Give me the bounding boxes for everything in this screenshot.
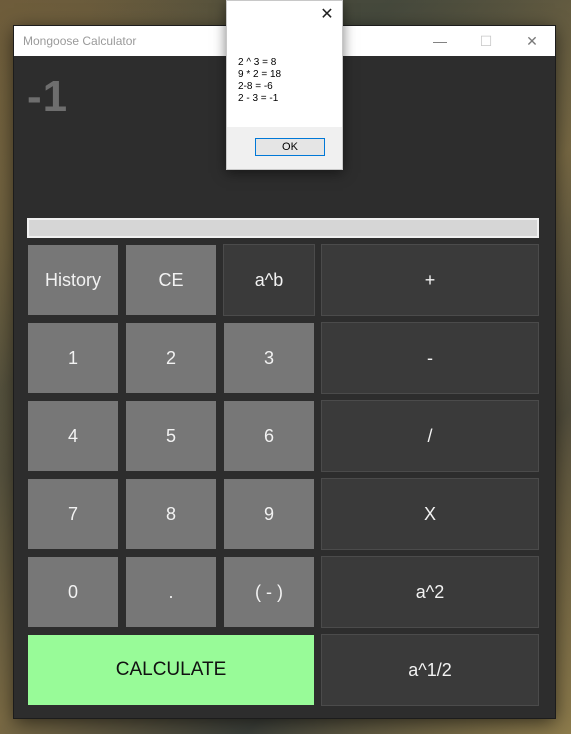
digit-3-button[interactable]: 3 xyxy=(224,323,314,393)
history-line: 2 - 3 = -1 xyxy=(238,93,279,104)
window-title: Mongoose Calculator xyxy=(23,34,137,48)
square-root-button[interactable]: a^1/2 xyxy=(321,634,539,706)
history-button[interactable]: History xyxy=(28,245,118,315)
clear-entry-button[interactable]: CE xyxy=(126,245,216,315)
minus-button[interactable]: - xyxy=(321,322,539,394)
digit-1-button[interactable]: 1 xyxy=(28,323,118,393)
digit-6-button[interactable]: 6 xyxy=(224,401,314,471)
multiply-button[interactable]: X xyxy=(321,478,539,550)
digit-0-button[interactable]: 0 xyxy=(28,557,118,627)
ok-button[interactable]: OK xyxy=(255,138,325,156)
history-message: 2 ^ 3 = 8 9 * 2 = 18 2-8 = -6 2 - 3 = -1 xyxy=(238,57,281,105)
plus-button[interactable]: + xyxy=(321,244,539,316)
maximize-button[interactable]: ☐ xyxy=(463,26,509,56)
divide-button[interactable]: / xyxy=(321,400,539,472)
history-line: 2 ^ 3 = 8 xyxy=(238,57,277,68)
square-button[interactable]: a^2 xyxy=(321,556,539,628)
history-line: 9 * 2 = 18 xyxy=(238,69,282,80)
digit-9-button[interactable]: 9 xyxy=(224,479,314,549)
minimize-button[interactable]: — xyxy=(417,26,463,56)
power-button[interactable]: a^b xyxy=(223,244,315,316)
history-dialog: ✕ 2 ^ 3 = 8 9 * 2 = 18 2-8 = -6 2 - 3 = … xyxy=(226,0,343,170)
negate-button[interactable]: ( - ) xyxy=(224,557,314,627)
digit-8-button[interactable]: 8 xyxy=(126,479,216,549)
digit-7-button[interactable]: 7 xyxy=(28,479,118,549)
result-display: -1 xyxy=(27,72,69,121)
digit-2-button[interactable]: 2 xyxy=(126,323,216,393)
calculate-button[interactable]: CALCULATE xyxy=(28,635,314,705)
progress-bar xyxy=(27,218,539,238)
digit-5-button[interactable]: 5 xyxy=(126,401,216,471)
digit-4-button[interactable]: 4 xyxy=(28,401,118,471)
history-line: 2-8 = -6 xyxy=(238,81,273,92)
close-button[interactable]: ✕ xyxy=(509,26,555,56)
dialog-footer: OK xyxy=(227,127,342,169)
decimal-point-button[interactable]: . xyxy=(126,557,216,627)
dialog-close-button[interactable]: ✕ xyxy=(318,5,336,23)
